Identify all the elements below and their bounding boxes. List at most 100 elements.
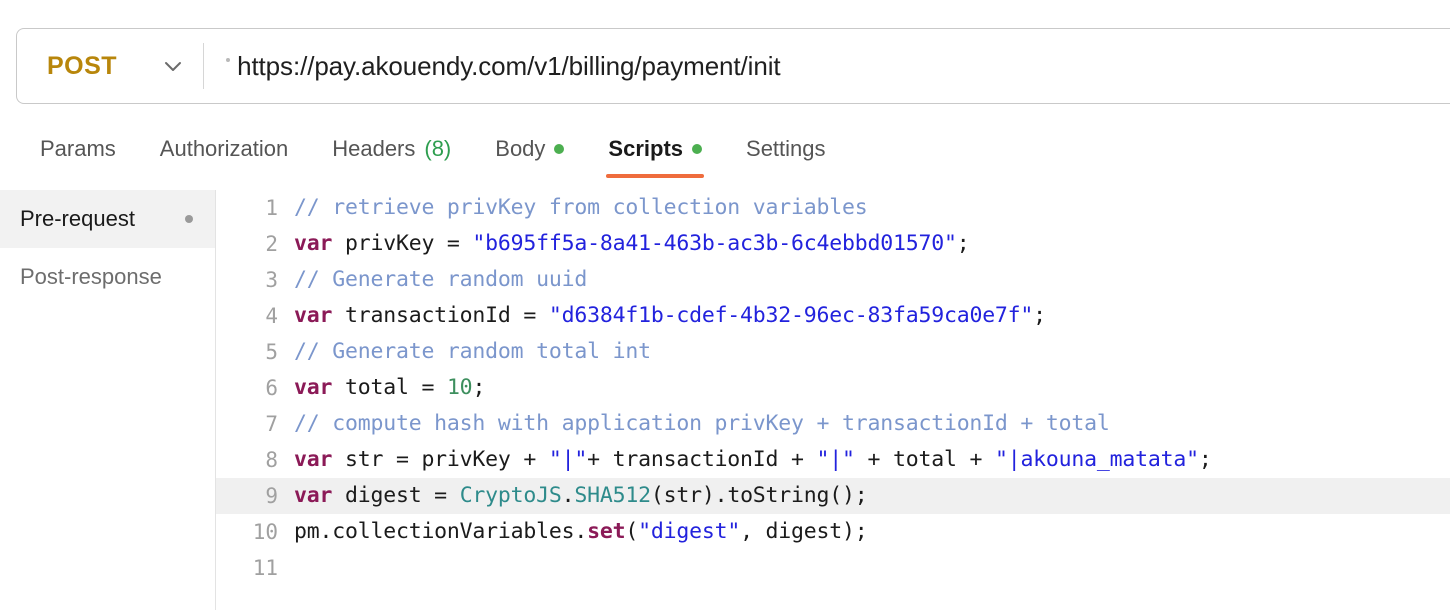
code-line[interactable]: 6var total = 10;	[216, 370, 1450, 406]
line-number: 4	[216, 304, 294, 328]
code-line[interactable]: 8var str = privKey + "|"+ transactionId …	[216, 442, 1450, 478]
code-token-plain: (	[625, 519, 638, 544]
code-token-comment: // retrieve privKey from collection vari…	[294, 195, 867, 220]
code-token-str: "|akouna_matata"	[995, 447, 1199, 472]
code-line-text: var transactionId = "d6384f1b-cdef-4b32-…	[294, 298, 1046, 334]
code-token-plain: + transactionId +	[587, 447, 816, 472]
code-line-text: // compute hash with application privKey…	[294, 406, 1110, 442]
tab-headers[interactable]: Headers (8)	[310, 128, 473, 178]
code-token-plain: ;	[957, 231, 970, 256]
tab-authorization[interactable]: Authorization	[138, 128, 310, 178]
code-token-plain: (str).toString();	[651, 483, 868, 508]
modified-dot-icon	[554, 144, 564, 154]
code-token-plain: .	[562, 483, 575, 508]
code-line[interactable]: 2var privKey = "b695ff5a-8a41-463b-ac3b-…	[216, 226, 1450, 262]
chevron-down-icon	[161, 54, 185, 78]
code-token-kw: var	[294, 231, 332, 256]
scripts-sidebar: Pre-request Post-response	[0, 190, 216, 610]
code-token-num: 10	[447, 375, 473, 400]
code-token-kw: var	[294, 375, 332, 400]
tab-body[interactable]: Body	[473, 128, 586, 178]
code-editor[interactable]: 1// retrieve privKey from collection var…	[216, 190, 1450, 610]
code-line-text: var digest = CryptoJS.SHA512(str).toStri…	[294, 478, 868, 514]
code-token-plain: digest =	[332, 483, 459, 508]
request-url-bar: POST https://pay.akouendy.com/v1/billing…	[16, 28, 1450, 104]
tab-label: Params	[40, 136, 116, 162]
code-line-text: var privKey = "b695ff5a-8a41-463b-ac3b-6…	[294, 226, 969, 262]
line-number: 6	[216, 376, 294, 400]
code-token-str: "d6384f1b-cdef-4b32-96ec-83fa59ca0e7f"	[549, 303, 1033, 328]
code-token-comment: // Generate random total int	[294, 339, 651, 364]
code-token-comment: // Generate random uuid	[294, 267, 587, 292]
http-method-dropdown[interactable]: POST	[17, 29, 203, 103]
code-token-kw: set	[587, 519, 625, 544]
line-number: 1	[216, 196, 294, 220]
tab-label: Body	[495, 136, 545, 162]
code-line-text: pm.collectionVariables.set("digest", dig…	[294, 514, 868, 550]
code-line-text: var total = 10;	[294, 370, 485, 406]
code-line[interactable]: 10pm.collectionVariables.set("digest", d…	[216, 514, 1450, 550]
code-line[interactable]: 11	[216, 550, 1450, 586]
code-token-plain: ;	[472, 375, 485, 400]
code-token-comment: // compute hash with application privKey…	[294, 411, 1110, 436]
active-tab-underline	[606, 174, 704, 178]
tab-label: Settings	[746, 136, 826, 162]
code-token-cls: CryptoJS	[460, 483, 562, 508]
code-token-plain: pm.collectionVariables.	[294, 519, 587, 544]
tab-scripts[interactable]: Scripts	[586, 128, 724, 178]
line-number: 10	[216, 520, 294, 544]
tab-label: Authorization	[160, 136, 288, 162]
line-number: 8	[216, 448, 294, 472]
line-number: 7	[216, 412, 294, 436]
code-token-str: "digest"	[638, 519, 740, 544]
line-number: 11	[216, 556, 294, 580]
code-token-kw: var	[294, 303, 332, 328]
code-token-kw: var	[294, 483, 332, 508]
http-method-label: POST	[47, 52, 117, 81]
sidebar-item-label: Post-response	[20, 264, 162, 290]
code-token-plain: privKey =	[332, 231, 472, 256]
headers-count-badge: (8)	[424, 136, 451, 162]
code-token-str: "b695ff5a-8a41-463b-ac3b-6c4ebbd01570"	[472, 231, 956, 256]
tab-params[interactable]: Params	[18, 128, 138, 178]
code-token-plain: str = privKey +	[332, 447, 549, 472]
code-line[interactable]: 1// retrieve privKey from collection var…	[216, 190, 1450, 226]
tab-label: Scripts	[608, 136, 683, 162]
code-token-str: "|"	[817, 447, 855, 472]
line-number: 2	[216, 232, 294, 256]
sidebar-item-label: Pre-request	[20, 206, 135, 232]
url-input[interactable]: https://pay.akouendy.com/v1/billing/paym…	[204, 29, 1450, 103]
code-line[interactable]: 9var digest = CryptoJS.SHA512(str).toStr…	[216, 478, 1450, 514]
sidebar-item-pre-request[interactable]: Pre-request	[0, 190, 215, 248]
url-variable-dot-icon	[226, 58, 230, 62]
sidebar-item-post-response[interactable]: Post-response	[0, 248, 215, 306]
code-token-cls: SHA512	[574, 483, 650, 508]
code-line-text: // retrieve privKey from collection vari…	[294, 190, 867, 226]
line-number: 9	[216, 484, 294, 508]
has-script-dot-icon	[185, 215, 193, 223]
code-token-kw: var	[294, 447, 332, 472]
line-number: 3	[216, 268, 294, 292]
request-editor-screen: POST https://pay.akouendy.com/v1/billing…	[0, 0, 1450, 610]
code-token-plain: + total +	[855, 447, 995, 472]
code-token-plain: transactionId =	[332, 303, 549, 328]
code-token-plain: total =	[332, 375, 447, 400]
code-line[interactable]: 4var transactionId = "d6384f1b-cdef-4b32…	[216, 298, 1450, 334]
code-line-text: // Generate random total int	[294, 334, 651, 370]
code-token-plain: , digest);	[740, 519, 867, 544]
scripts-pane: Pre-request Post-response 1// retrieve p…	[0, 190, 1450, 610]
tab-label: Headers	[332, 136, 415, 162]
code-token-plain: ;	[1033, 303, 1046, 328]
request-tab-bar: Params Authorization Headers (8) Body Sc…	[0, 128, 1450, 186]
code-token-str: "|"	[549, 447, 587, 472]
tab-settings[interactable]: Settings	[724, 128, 848, 178]
modified-dot-icon	[692, 144, 702, 154]
url-text: https://pay.akouendy.com/v1/billing/paym…	[237, 51, 780, 82]
code-line[interactable]: 5// Generate random total int	[216, 334, 1450, 370]
code-token-plain: ;	[1199, 447, 1212, 472]
line-number: 5	[216, 340, 294, 364]
code-line[interactable]: 3// Generate random uuid	[216, 262, 1450, 298]
code-line-text: var str = privKey + "|"+ transactionId +…	[294, 442, 1212, 478]
code-line[interactable]: 7// compute hash with application privKe…	[216, 406, 1450, 442]
code-line-text: // Generate random uuid	[294, 262, 587, 298]
